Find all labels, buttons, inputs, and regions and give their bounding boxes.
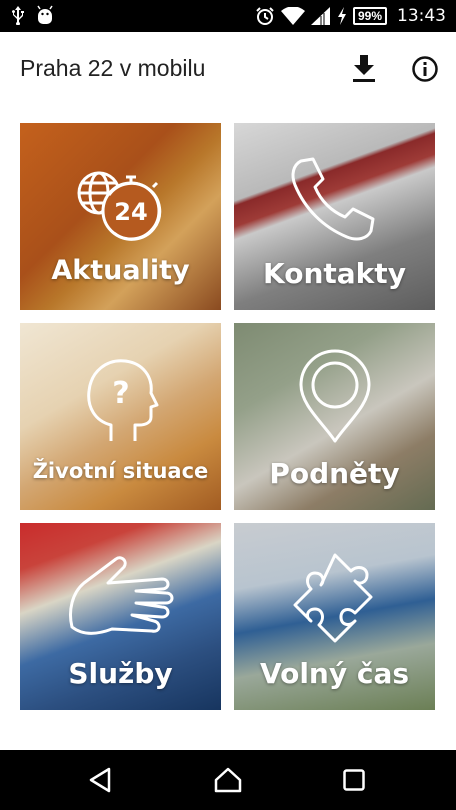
recent-apps-button[interactable] xyxy=(334,764,374,796)
phone-icon xyxy=(234,123,435,253)
tile-volny-cas[interactable]: Volný čas xyxy=(234,523,435,710)
recent-apps-icon xyxy=(343,769,365,791)
tile-label: Volný čas xyxy=(259,657,410,690)
tile-label: Životní situace xyxy=(32,459,209,483)
map-pin-icon xyxy=(234,323,435,453)
head-question-icon: ? xyxy=(20,323,221,453)
usb-icon xyxy=(10,5,26,30)
info-button[interactable] xyxy=(408,52,442,86)
wifi-icon xyxy=(280,7,305,25)
back-button[interactable] xyxy=(80,764,120,796)
home-icon xyxy=(214,767,242,793)
battery-level: 99% xyxy=(352,7,387,25)
tile-podnety[interactable]: Podněty xyxy=(234,323,435,510)
tile-label: Kontakty xyxy=(263,257,406,290)
puzzle-icon xyxy=(234,523,435,653)
home-button[interactable] xyxy=(208,764,248,796)
hand-icon xyxy=(20,523,221,653)
clock: 13:43 xyxy=(397,6,446,26)
app-title: Praha 22 v mobilu xyxy=(20,55,206,81)
alarm-icon xyxy=(255,6,275,26)
navigation-bar xyxy=(0,750,456,810)
back-icon xyxy=(89,767,111,793)
download-icon xyxy=(353,55,375,82)
news-24-icon: 24 xyxy=(20,123,221,253)
android-debug-icon xyxy=(36,5,54,30)
svg-text:24: 24 xyxy=(114,198,147,226)
status-bar: 99% 13:43 xyxy=(0,0,456,32)
tile-label: Služby xyxy=(68,657,173,690)
tile-sluzby[interactable]: Služby xyxy=(20,523,221,710)
tile-aktuality[interactable]: 24 Aktuality xyxy=(20,123,221,310)
svg-text:?: ? xyxy=(112,376,129,411)
signal-icon xyxy=(310,7,331,25)
tile-kontakty[interactable]: Kontakty xyxy=(234,123,435,310)
tile-label: Aktuality xyxy=(51,255,190,286)
download-button[interactable] xyxy=(347,52,381,86)
tile-label: Podněty xyxy=(269,457,400,490)
tile-zivotni-situace[interactable]: ? Životní situace xyxy=(20,323,221,510)
info-icon xyxy=(412,56,438,82)
charging-icon xyxy=(337,7,347,25)
app-bar: Praha 22 v mobilu xyxy=(0,32,456,106)
